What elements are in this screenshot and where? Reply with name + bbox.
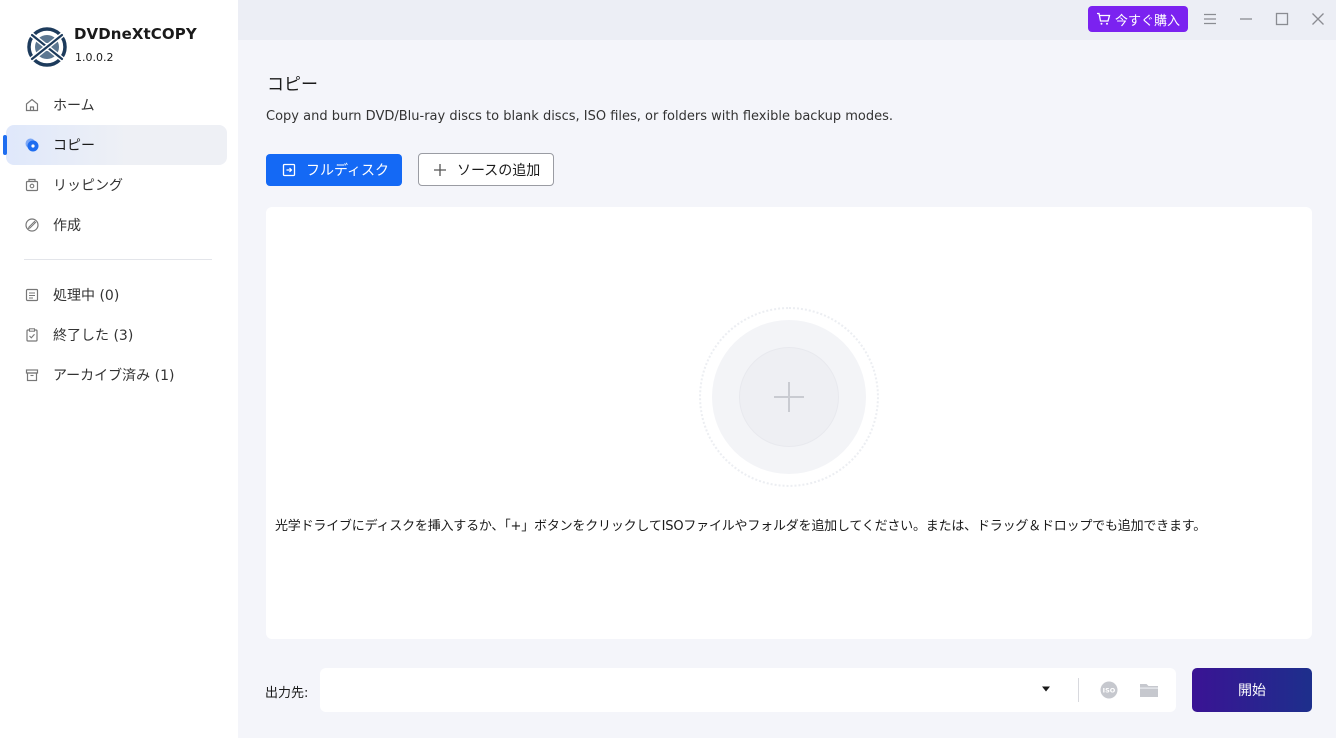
sidebar: DVDneXtCOPY 1.0.0.2 ホーム コピー リッピング 作成 処理中…: [0, 0, 238, 738]
start-label: 開始: [1238, 683, 1266, 699]
queue-nav: 処理中 (0) 終了した (3) アーカイブ済み (1): [6, 275, 227, 395]
sidebar-item-label: アーカイブ済み (1): [53, 368, 175, 384]
sidebar-item-create[interactable]: 作成: [6, 205, 227, 245]
folder-icon[interactable]: [1139, 681, 1159, 699]
full-disc-label: フルディスク: [306, 163, 390, 179]
archive-box-icon: [24, 367, 40, 383]
sidebar-item-copy[interactable]: コピー: [3, 125, 227, 165]
add-source-button[interactable]: ソースの追加: [418, 153, 554, 186]
source-drop-area[interactable]: 光学ドライブにディスクを挿入するか、「+」ボタンをクリックしてISOファイルやフ…: [266, 207, 1312, 639]
large-plus-icon: [774, 382, 804, 412]
output-destination-label: 出力先:: [265, 686, 309, 701]
sidebar-item-home[interactable]: ホーム: [6, 85, 227, 125]
title-bar: 今すぐ購入: [238, 0, 1336, 40]
app-version: 1.0.0.2: [75, 51, 114, 64]
close-icon: [1312, 13, 1324, 25]
start-button[interactable]: 開始: [1192, 668, 1312, 712]
drop-hint-text: 光学ドライブにディスクを挿入するか、「+」ボタンをクリックしてISOファイルやフ…: [275, 519, 1207, 534]
sidebar-item-label: コピー: [53, 138, 95, 154]
dropdown-caret-icon[interactable]: [1041, 685, 1051, 693]
full-disc-button[interactable]: フルディスク: [266, 154, 402, 186]
menu-button[interactable]: [1201, 10, 1219, 28]
sidebar-item-label: 終了した (3): [53, 328, 134, 344]
home-icon: [24, 97, 40, 113]
cart-icon: [1096, 12, 1111, 25]
processing-list-icon: [24, 287, 40, 303]
brand: DVDneXtCOPY 1.0.0.2: [26, 24, 197, 68]
app-name: DVDneXtCOPY: [74, 25, 197, 43]
buy-now-label: 今すぐ購入: [1114, 13, 1180, 29]
sidebar-item-processing[interactable]: 処理中 (0): [6, 275, 227, 315]
hamburger-menu-icon: [1204, 13, 1216, 25]
add-source-label: ソースの追加: [457, 162, 541, 179]
maximize-button[interactable]: [1273, 10, 1291, 28]
add-circle-inner: [740, 348, 838, 446]
sidebar-item-label: 作成: [53, 218, 81, 234]
plus-icon: [434, 163, 446, 176]
maximize-icon: [1275, 12, 1289, 26]
page-title: コピー: [267, 75, 318, 95]
sidebar-item-ripping[interactable]: リッピング: [6, 165, 227, 205]
add-circle-ring: [712, 320, 866, 474]
iso-output-icon[interactable]: ISO: [1099, 681, 1119, 699]
sidebar-item-label: リッピング: [53, 178, 123, 194]
main-nav: ホーム コピー リッピング 作成: [3, 85, 227, 245]
iso-icon-label: ISO: [1103, 686, 1116, 694]
copy-disc-icon: [24, 137, 40, 153]
output-destination-select[interactable]: ISO: [320, 668, 1176, 712]
sidebar-divider: [24, 259, 212, 260]
finished-clipboard-icon: [24, 327, 40, 343]
page-description: Copy and burn DVD/Blu-ray discs to blank…: [266, 109, 893, 124]
add-source-circle-button[interactable]: [699, 307, 879, 487]
close-button[interactable]: [1309, 10, 1327, 28]
sidebar-item-finished[interactable]: 終了した (3): [6, 315, 227, 355]
sidebar-item-label: 処理中 (0): [53, 288, 120, 304]
main-content: コピー Copy and burn DVD/Blu-ray discs to b…: [238, 40, 1336, 738]
full-disc-mode-icon: [282, 163, 296, 177]
sidebar-item-label: ホーム: [53, 98, 95, 114]
app-logo-icon: [27, 27, 67, 67]
create-icon: [24, 217, 40, 233]
minimize-button[interactable]: [1237, 10, 1255, 28]
sidebar-item-archived[interactable]: アーカイブ済み (1): [6, 355, 227, 395]
minimize-icon: [1240, 18, 1252, 20]
output-field-separator: [1078, 678, 1079, 702]
buy-now-button[interactable]: 今すぐ購入: [1088, 6, 1188, 32]
ripping-icon: [24, 177, 40, 193]
